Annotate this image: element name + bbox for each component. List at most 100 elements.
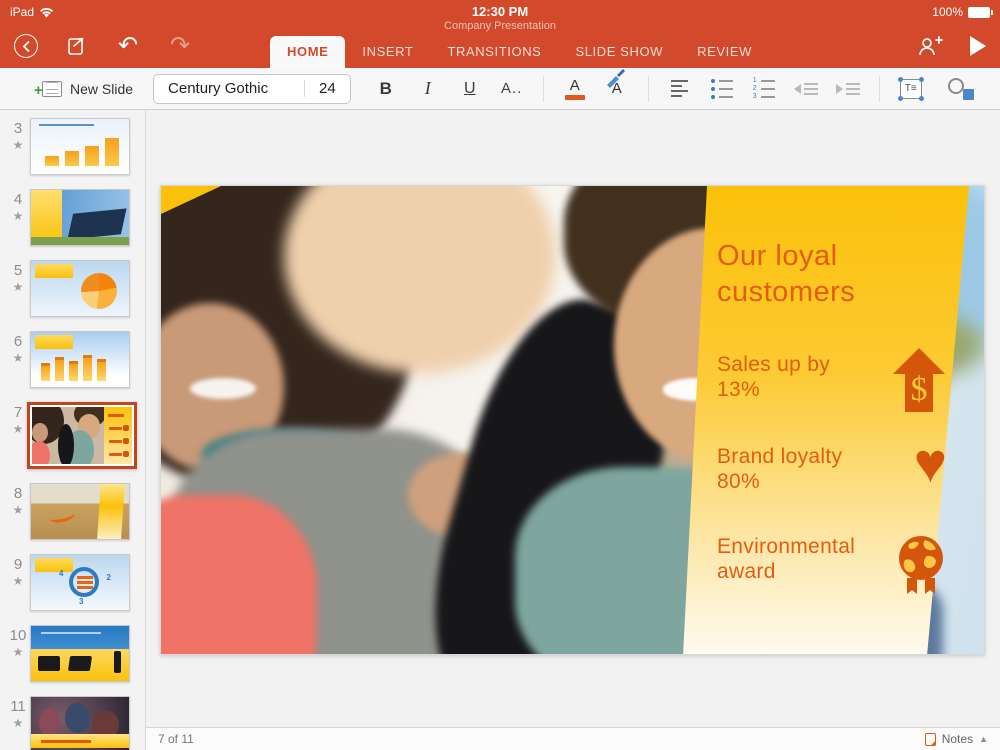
tab-insert[interactable]: INSERT xyxy=(345,36,430,68)
add-person-button[interactable] xyxy=(916,32,944,60)
undo-button[interactable]: ↶ xyxy=(114,32,142,60)
textbox-icon-label: T xyxy=(905,83,911,94)
globe-award-icon xyxy=(895,534,947,605)
insert-shape-button[interactable] xyxy=(940,72,982,106)
star-icon: ★ xyxy=(6,208,30,225)
font-picker: Century Gothic 24 xyxy=(153,74,351,104)
numbered-list-button[interactable]: 1 2 3 xyxy=(743,72,785,106)
notes-icon xyxy=(925,733,936,746)
slide-number: 3 xyxy=(6,120,30,137)
slide-thumbnail-10[interactable] xyxy=(30,625,130,682)
app-header: iPad 12:30 PM Company Presentation 100% … xyxy=(0,0,1000,68)
bullet-award[interactable]: Environmental award xyxy=(717,534,947,605)
bullet-loyalty-text: Brand loyalty 80% xyxy=(717,444,867,494)
bold-button[interactable]: B xyxy=(365,72,407,106)
document-title: Company Presentation xyxy=(0,20,1000,32)
status-right: 100% xyxy=(932,5,990,19)
bullet-loyalty[interactable]: Brand loyalty 80% ♥ xyxy=(717,444,947,494)
notes-toggle[interactable]: Notes ▲ xyxy=(925,732,988,746)
thumbnail-row-4: 4★ xyxy=(0,189,145,246)
new-slide-label: New Slide xyxy=(70,81,133,97)
ribbon-left-controls: ↶ ↷ xyxy=(14,32,194,60)
slide-thumbnail-9[interactable]: 423 xyxy=(30,554,130,611)
slide-thumbnail-7-selected[interactable] xyxy=(32,407,132,464)
status-footer: 7 of 11 Notes ▲ xyxy=(146,727,1000,750)
thumbnail-row-11: 11★ xyxy=(0,696,145,750)
battery-percent: 100% xyxy=(932,5,963,19)
bullet-sales[interactable]: Sales up by 13% $ xyxy=(717,352,947,412)
current-slide[interactable]: Our loyal customers Sales up by 13% $ Br… xyxy=(160,185,985,655)
slide-thumbnail-3[interactable] xyxy=(30,118,130,175)
slide-number: 10 xyxy=(6,627,30,644)
battery-icon xyxy=(968,7,990,18)
brush-icon xyxy=(604,68,626,88)
slide-canvas: Our loyal customers Sales up by 13% $ Br… xyxy=(146,110,1000,727)
star-icon: ★ xyxy=(6,644,30,661)
slide-thumbnail-5[interactable] xyxy=(30,260,130,317)
divider xyxy=(648,76,649,102)
tab-slide-show[interactable]: SLIDE SHOW xyxy=(558,36,680,68)
slide-title[interactable]: Our loyal customers xyxy=(717,238,947,311)
notes-label: Notes xyxy=(942,732,973,746)
bullet-award-text: Environmental award xyxy=(717,534,867,584)
slide-number: 4 xyxy=(6,191,30,208)
underline-button[interactable]: U xyxy=(449,72,491,106)
new-slide-button[interactable]: + New Slide xyxy=(42,81,133,97)
page-indicator: 7 of 11 xyxy=(158,732,194,746)
tab-home[interactable]: HOME xyxy=(270,36,345,68)
outdent-button[interactable] xyxy=(785,72,827,106)
font-color-label: A xyxy=(570,78,580,93)
star-icon: ★ xyxy=(6,279,30,296)
insert-textbox-button[interactable]: T≡ xyxy=(890,72,932,106)
divider xyxy=(543,76,544,102)
star-icon: ★ xyxy=(6,350,30,367)
slide-number: 9 xyxy=(6,556,30,573)
font-name-button[interactable]: Century Gothic xyxy=(154,80,304,97)
share-file-button[interactable] xyxy=(62,32,90,60)
align-button[interactable] xyxy=(659,72,701,106)
thumbnail-row-7: 7★ xyxy=(0,402,145,469)
star-icon: ★ xyxy=(6,502,30,519)
slide-number: 11 xyxy=(6,698,30,715)
thumbnail-row-3: 3★ xyxy=(0,118,145,175)
format-painter-button[interactable]: A xyxy=(596,72,638,106)
clock: 12:30 PM xyxy=(0,4,1000,19)
slide-number: 5 xyxy=(6,262,30,279)
ribbon-tabs: HOME INSERT TRANSITIONS SLIDE SHOW REVIE… xyxy=(270,36,769,68)
slide-thumbnail-panel: 3★ 4★ 5★ 6★ 7★ xyxy=(0,110,146,750)
thumbnail-row-5: 5★ xyxy=(0,260,145,317)
star-icon: ★ xyxy=(6,137,30,154)
tab-transitions[interactable]: TRANSITIONS xyxy=(430,36,558,68)
thumbnail-row-9: 9★ 423 xyxy=(0,554,145,611)
indent-button[interactable] xyxy=(827,72,869,106)
slide-number: 8 xyxy=(6,485,30,502)
selected-thumbnail-border xyxy=(27,402,137,469)
ribbon-right-controls xyxy=(916,32,986,60)
heart-icon: ♥ xyxy=(914,438,947,488)
font-color-button[interactable]: A xyxy=(554,72,596,106)
redo-button[interactable]: ↷ xyxy=(166,32,194,60)
italic-button[interactable]: I xyxy=(407,72,449,106)
font-color-swatch xyxy=(565,95,585,100)
thumbnail-row-8: 8★ xyxy=(0,483,145,540)
slide-number: 6 xyxy=(6,333,30,350)
star-icon: ★ xyxy=(6,573,30,590)
svg-text:$: $ xyxy=(911,371,928,408)
thumbnail-row-6: 6★ xyxy=(0,331,145,388)
bullet-sales-text: Sales up by 13% xyxy=(717,352,867,402)
back-button[interactable] xyxy=(14,34,38,58)
thumbnail-row-10: 10★ xyxy=(0,625,145,682)
slide-thumbnail-6[interactable] xyxy=(30,331,130,388)
font-formatting-button[interactable]: A.. xyxy=(491,72,533,106)
slide-thumbnail-8[interactable] xyxy=(30,483,130,540)
play-slideshow-button[interactable] xyxy=(970,36,986,56)
font-size-button[interactable]: 24 xyxy=(304,80,350,97)
bullets-button[interactable] xyxy=(701,72,743,106)
dollar-arrow-icon: $ xyxy=(891,348,947,412)
slide-thumbnail-4[interactable] xyxy=(30,189,130,246)
divider xyxy=(879,76,880,102)
collapse-arrow-icon: ▲ xyxy=(979,734,988,744)
slide-thumbnail-11[interactable] xyxy=(30,696,130,750)
new-slide-icon: + xyxy=(42,81,62,97)
tab-review[interactable]: REVIEW xyxy=(680,36,769,68)
